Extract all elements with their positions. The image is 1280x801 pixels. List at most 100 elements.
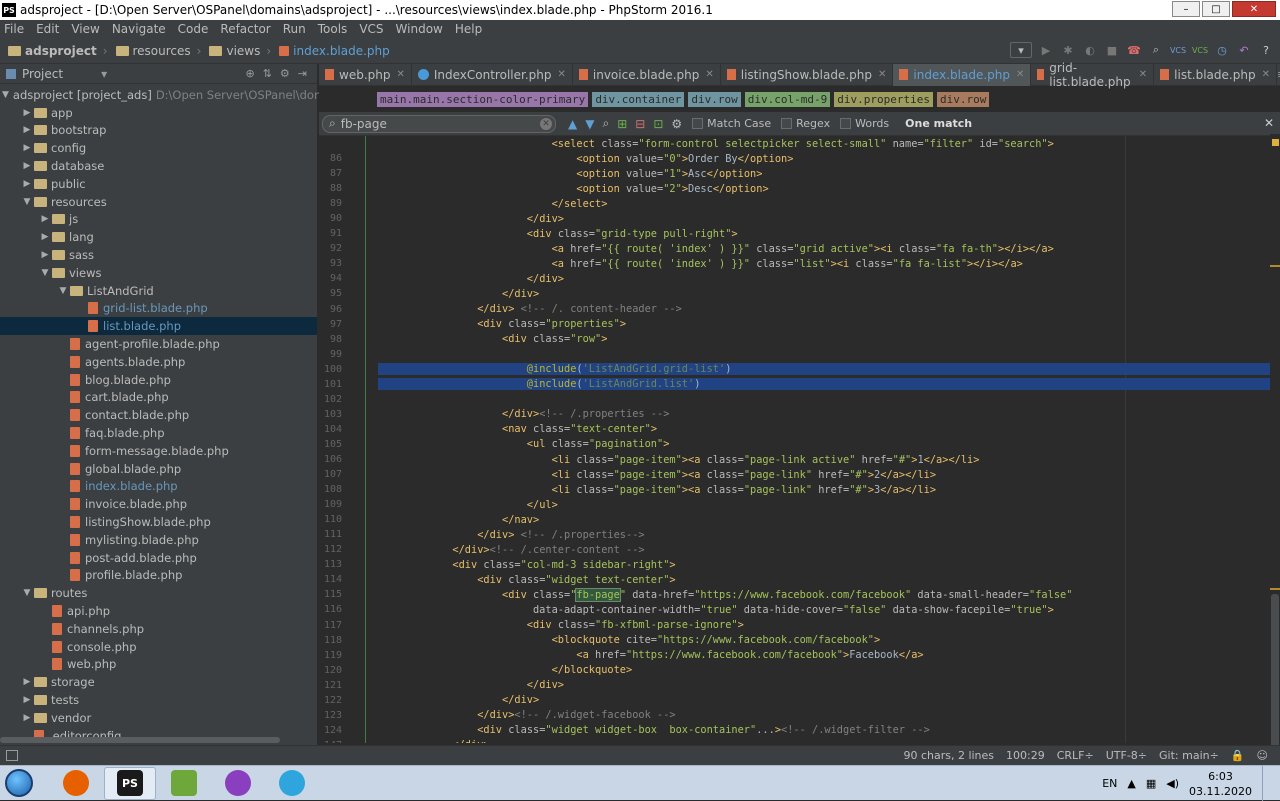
fold-gutter[interactable] xyxy=(342,648,378,663)
editor-tab[interactable]: listingShow.blade.php ✕ xyxy=(721,63,894,86)
regex-checkbox[interactable]: Regex xyxy=(781,117,830,130)
menu-view[interactable]: View xyxy=(71,22,99,36)
fold-gutter[interactable] xyxy=(342,542,378,557)
close-tab-icon[interactable]: ✕ xyxy=(878,69,886,80)
sidebar-horizontal-scrollbar[interactable] xyxy=(0,737,280,743)
menu-file[interactable]: File xyxy=(4,22,24,36)
fold-gutter[interactable] xyxy=(342,572,378,587)
close-tab-icon[interactable]: ✕ xyxy=(1262,69,1270,80)
fold-gutter[interactable] xyxy=(342,181,378,196)
menu-help[interactable]: Help xyxy=(455,22,482,36)
code-line[interactable]: 123 </div><!-- /.widget-facebook --> xyxy=(319,708,1280,723)
event-log-icon[interactable]: ☺ xyxy=(1257,749,1268,762)
code-line[interactable]: 118 <blockquote cite="https://www.facebo… xyxy=(319,633,1280,648)
taskbar-notepad[interactable] xyxy=(158,767,210,800)
tree-file[interactable]: global.blade.php xyxy=(0,460,317,478)
code-line[interactable]: 106 <li class="page-item"><a class="page… xyxy=(319,452,1280,467)
code-line[interactable]: 116 data-adapt-container-width="true" da… xyxy=(319,602,1280,617)
tree-folder[interactable]: ▶ storage xyxy=(0,673,317,691)
fold-gutter[interactable] xyxy=(342,452,378,467)
chevron-right-icon[interactable]: ▶ xyxy=(20,695,34,705)
error-stripe[interactable] xyxy=(1270,134,1280,764)
fold-gutter[interactable] xyxy=(342,738,378,743)
fold-gutter[interactable] xyxy=(342,377,378,392)
editor-tab[interactable]: web.php ✕ xyxy=(319,63,412,86)
fold-gutter[interactable] xyxy=(342,512,378,527)
code-line[interactable]: 91 <div class="grid-type pull-right"> xyxy=(319,226,1280,241)
code-line[interactable]: 108 <li class="page-item"><a class="page… xyxy=(319,482,1280,497)
tree-file[interactable]: api.php xyxy=(0,602,317,620)
chevron-right-icon[interactable]: ▶ xyxy=(20,125,34,135)
tree-file[interactable]: contact.blade.php xyxy=(0,406,317,424)
code-line[interactable]: 114 <div class="widget text-center"> xyxy=(319,572,1280,587)
tree-folder[interactable]: ▶ public xyxy=(0,175,317,193)
chevron-right-icon[interactable]: ▶ xyxy=(20,713,34,723)
code-line[interactable]: 103 </div><!-- /.properties --> xyxy=(319,407,1280,422)
code-line[interactable]: 107 <li class="page-item"><a class="page… xyxy=(319,467,1280,482)
code-line[interactable]: 93 <a href="{{ route( 'index' ) }}" clas… xyxy=(319,256,1280,271)
chevron-down-icon[interactable]: ▼ xyxy=(56,286,70,296)
tree-file[interactable]: form-message.blade.php xyxy=(0,442,317,460)
remove-occurrence-icon[interactable]: ⊟ xyxy=(635,117,645,131)
tool-windows-icon[interactable] xyxy=(6,750,18,761)
taskbar-firefox[interactable] xyxy=(50,767,102,800)
code-line[interactable]: <select class="form-control selectpicker… xyxy=(319,136,1280,151)
close-tab-icon[interactable]: ✕ xyxy=(1016,69,1024,80)
code-line[interactable]: 100 @include('ListAndGrid.grid-list') xyxy=(319,362,1280,377)
code-line[interactable]: 122 </div> xyxy=(319,693,1280,708)
html-breadcrumb-item[interactable]: div.col-md-9 xyxy=(744,91,831,107)
tree-folder[interactable]: ▶ bootstrap xyxy=(0,122,317,140)
nav-crumb-views[interactable]: views › xyxy=(209,44,271,58)
tree-file[interactable]: web.php xyxy=(0,656,317,674)
find-input[interactable]: ⌕ fb-page ✕ xyxy=(322,114,556,133)
fold-gutter[interactable] xyxy=(342,497,378,512)
menu-edit[interactable]: Edit xyxy=(36,22,59,36)
fold-gutter[interactable] xyxy=(342,467,378,482)
code-line[interactable]: 99 xyxy=(319,347,1280,362)
editor-tab[interactable]: invoice.blade.php ✕ xyxy=(573,63,721,86)
close-button[interactable]: ✕ xyxy=(1232,1,1276,17)
tree-folder[interactable]: ▶ vendor xyxy=(0,709,317,727)
volume-icon[interactable]: ◀) xyxy=(1166,777,1179,790)
fold-gutter[interactable] xyxy=(342,136,378,151)
hide-icon[interactable]: ⇥ xyxy=(298,67,307,80)
fold-gutter[interactable] xyxy=(342,693,378,708)
add-occurrence-icon[interactable]: ⊞ xyxy=(617,117,627,131)
run-config-dropdown[interactable]: ▾ xyxy=(1010,42,1032,58)
tree-folder[interactable]: ▶ config xyxy=(0,139,317,157)
fold-gutter[interactable] xyxy=(342,332,378,347)
code-line[interactable]: 105 <ul class="pagination"> xyxy=(319,437,1280,452)
code-line[interactable]: 95 </div> xyxy=(319,286,1280,301)
close-tab-icon[interactable]: ✕ xyxy=(705,69,713,80)
vcs-commit-icon[interactable]: VCS xyxy=(1192,42,1208,58)
tree-file[interactable]: post-add.blade.php xyxy=(0,549,317,567)
code-line[interactable]: 124 <div class="widget widget-box box-co… xyxy=(319,723,1280,738)
previous-occurrence-icon[interactable]: ▲ xyxy=(568,117,577,131)
start-button[interactable] xyxy=(0,766,38,801)
filter-icon[interactable]: ⚙ xyxy=(671,117,682,131)
tree-file[interactable]: blog.blade.php xyxy=(0,371,317,389)
tree-folder[interactable]: ▶ lang xyxy=(0,228,317,246)
code-line[interactable]: 119 <a href="https://www.facebook.com/fa… xyxy=(319,648,1280,663)
menu-window[interactable]: Window xyxy=(396,22,443,36)
chevron-right-icon[interactable]: ▶ xyxy=(20,143,34,153)
chevron-down-icon[interactable]: ▾ xyxy=(101,67,107,81)
code-area[interactable]: <select class="form-control selectpicker… xyxy=(319,136,1280,743)
tree-file[interactable]: grid-list.blade.php xyxy=(0,300,317,318)
fold-gutter[interactable] xyxy=(342,618,378,633)
fold-gutter[interactable] xyxy=(342,437,378,452)
menu-refactor[interactable]: Refactor xyxy=(220,22,270,36)
vcs-update-icon[interactable]: VCS xyxy=(1170,42,1186,58)
fold-gutter[interactable] xyxy=(342,633,378,648)
chevron-down-icon[interactable]: ▼ xyxy=(2,90,9,100)
collapse-icon[interactable]: ⇅ xyxy=(263,67,272,80)
gear-icon[interactable]: ⚙ xyxy=(280,67,290,80)
next-occurrence-icon[interactable]: ▼ xyxy=(585,117,594,131)
tree-folder[interactable]: ▼ ListAndGrid xyxy=(0,282,317,300)
tree-folder[interactable]: ▼ resources xyxy=(0,193,317,211)
fold-gutter[interactable] xyxy=(342,663,378,678)
code-line[interactable]: 94 </div> xyxy=(319,271,1280,286)
taskbar-gitkraken[interactable] xyxy=(212,767,264,800)
menu-code[interactable]: Code xyxy=(178,22,209,36)
fold-gutter[interactable] xyxy=(342,317,378,332)
